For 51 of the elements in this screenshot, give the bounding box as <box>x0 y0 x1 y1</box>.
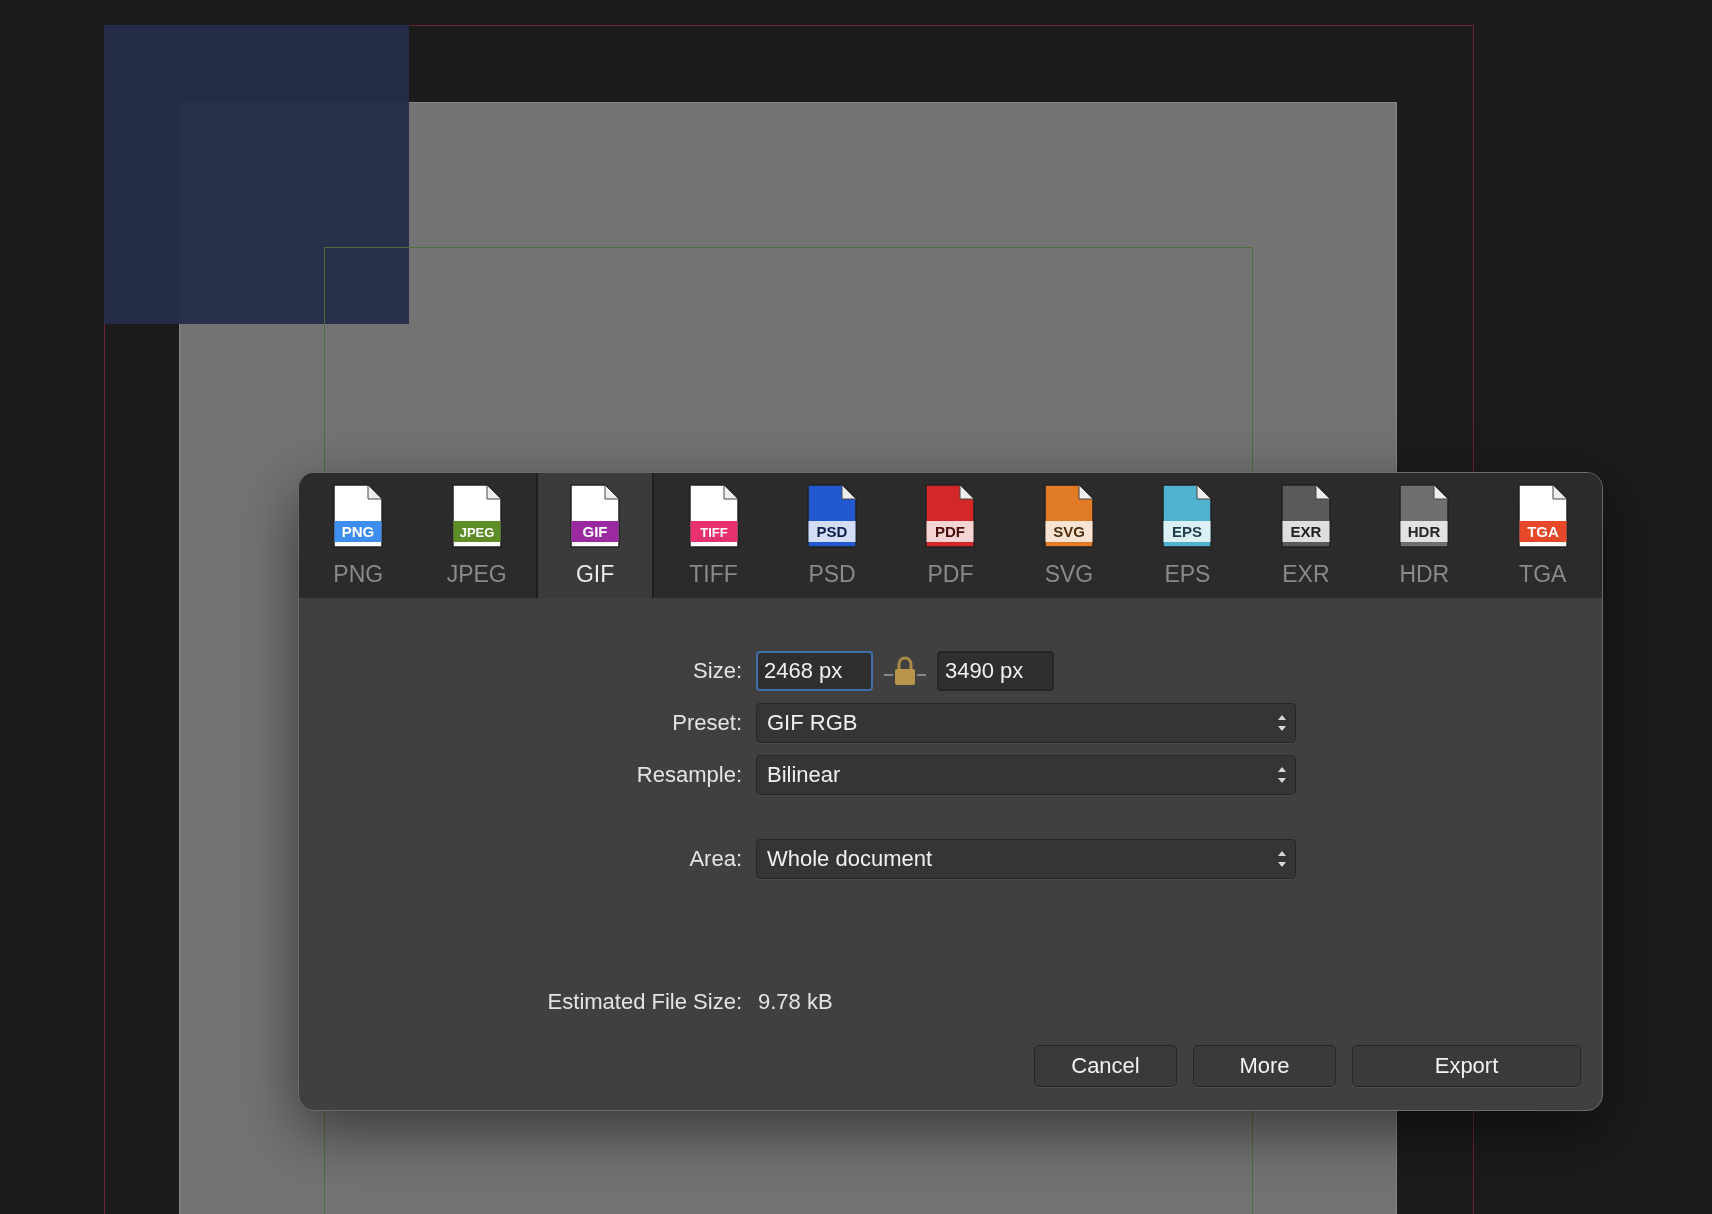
format-tab[interactable]: HDR HDR <box>1365 473 1484 598</box>
format-label: PSD <box>808 561 856 588</box>
dropdown[interactable]: Bilinear <box>756 755 1296 795</box>
format-tab[interactable]: EXR EXR <box>1246 473 1366 598</box>
format-label-text: PNG <box>341 523 375 540</box>
format-label-text: EPS <box>1172 523 1203 540</box>
format-label: TIFF <box>689 561 738 588</box>
format-label-text: PDF <box>935 523 966 540</box>
format-label: SVG <box>1044 561 1094 588</box>
dialog-button[interactable]: Cancel <box>1034 1045 1177 1087</box>
format-tab[interactable]: JPEG JPEG <box>417 473 536 598</box>
dialog-button[interactable]: Export <box>1352 1045 1581 1087</box>
format-label-text: TIFF <box>699 525 728 540</box>
format-tab[interactable]: SVG SVG <box>1009 473 1129 598</box>
field-label: Size: <box>693 658 743 684</box>
format-label-text: TGA <box>1526 523 1559 540</box>
stepper-arrows-icon <box>1277 713 1287 733</box>
field-label: Area: <box>689 846 743 872</box>
format-label-text: HDR <box>1408 523 1441 540</box>
format-label: HDR <box>1399 561 1450 588</box>
format-tab[interactable]: PNG PNG <box>299 473 418 598</box>
format-label-text: PSD <box>816 523 848 540</box>
dialog-button[interactable]: More <box>1193 1045 1336 1087</box>
format-tab[interactable]: TGA TGA <box>1483 473 1602 598</box>
format-label: PNG <box>333 561 384 588</box>
format-tab[interactable]: GIF GIF <box>535 473 655 598</box>
estimate-label: Estimated File Size: <box>547 989 743 1015</box>
format-tab[interactable]: PDF PDF <box>891 473 1010 598</box>
format-label: PDF <box>927 561 974 588</box>
format-label: EXR <box>1282 561 1330 588</box>
estimate-value: 9.78 kB <box>757 989 834 1015</box>
format-label-text: EXR <box>1290 523 1322 540</box>
stepper-arrows-icon <box>1277 849 1287 869</box>
format-tab[interactable]: EPS EPS <box>1128 473 1247 598</box>
width-field[interactable]: 2468 px <box>756 651 873 691</box>
format-label-text: GIF <box>582 523 608 540</box>
format-label: GIF <box>575 561 615 588</box>
format-label-text: JPEG <box>459 525 494 540</box>
lock-icon[interactable] <box>884 656 926 686</box>
format-label-text: SVG <box>1053 523 1085 540</box>
stepper-arrows-icon <box>1277 765 1287 785</box>
format-tab[interactable]: TIFF TIFF <box>654 473 773 598</box>
height-field[interactable]: 3490 px <box>937 651 1054 691</box>
field-label: Preset: <box>672 710 743 736</box>
dropdown[interactable]: GIF RGB <box>756 703 1296 743</box>
format-label: TGA <box>1519 561 1567 588</box>
format-tab[interactable]: PSD PSD <box>772 473 892 598</box>
format-label: JPEG <box>446 561 507 588</box>
dropdown[interactable]: Whole document <box>756 839 1296 879</box>
format-label: EPS <box>1164 561 1211 588</box>
field-label: Resample: <box>636 762 743 788</box>
